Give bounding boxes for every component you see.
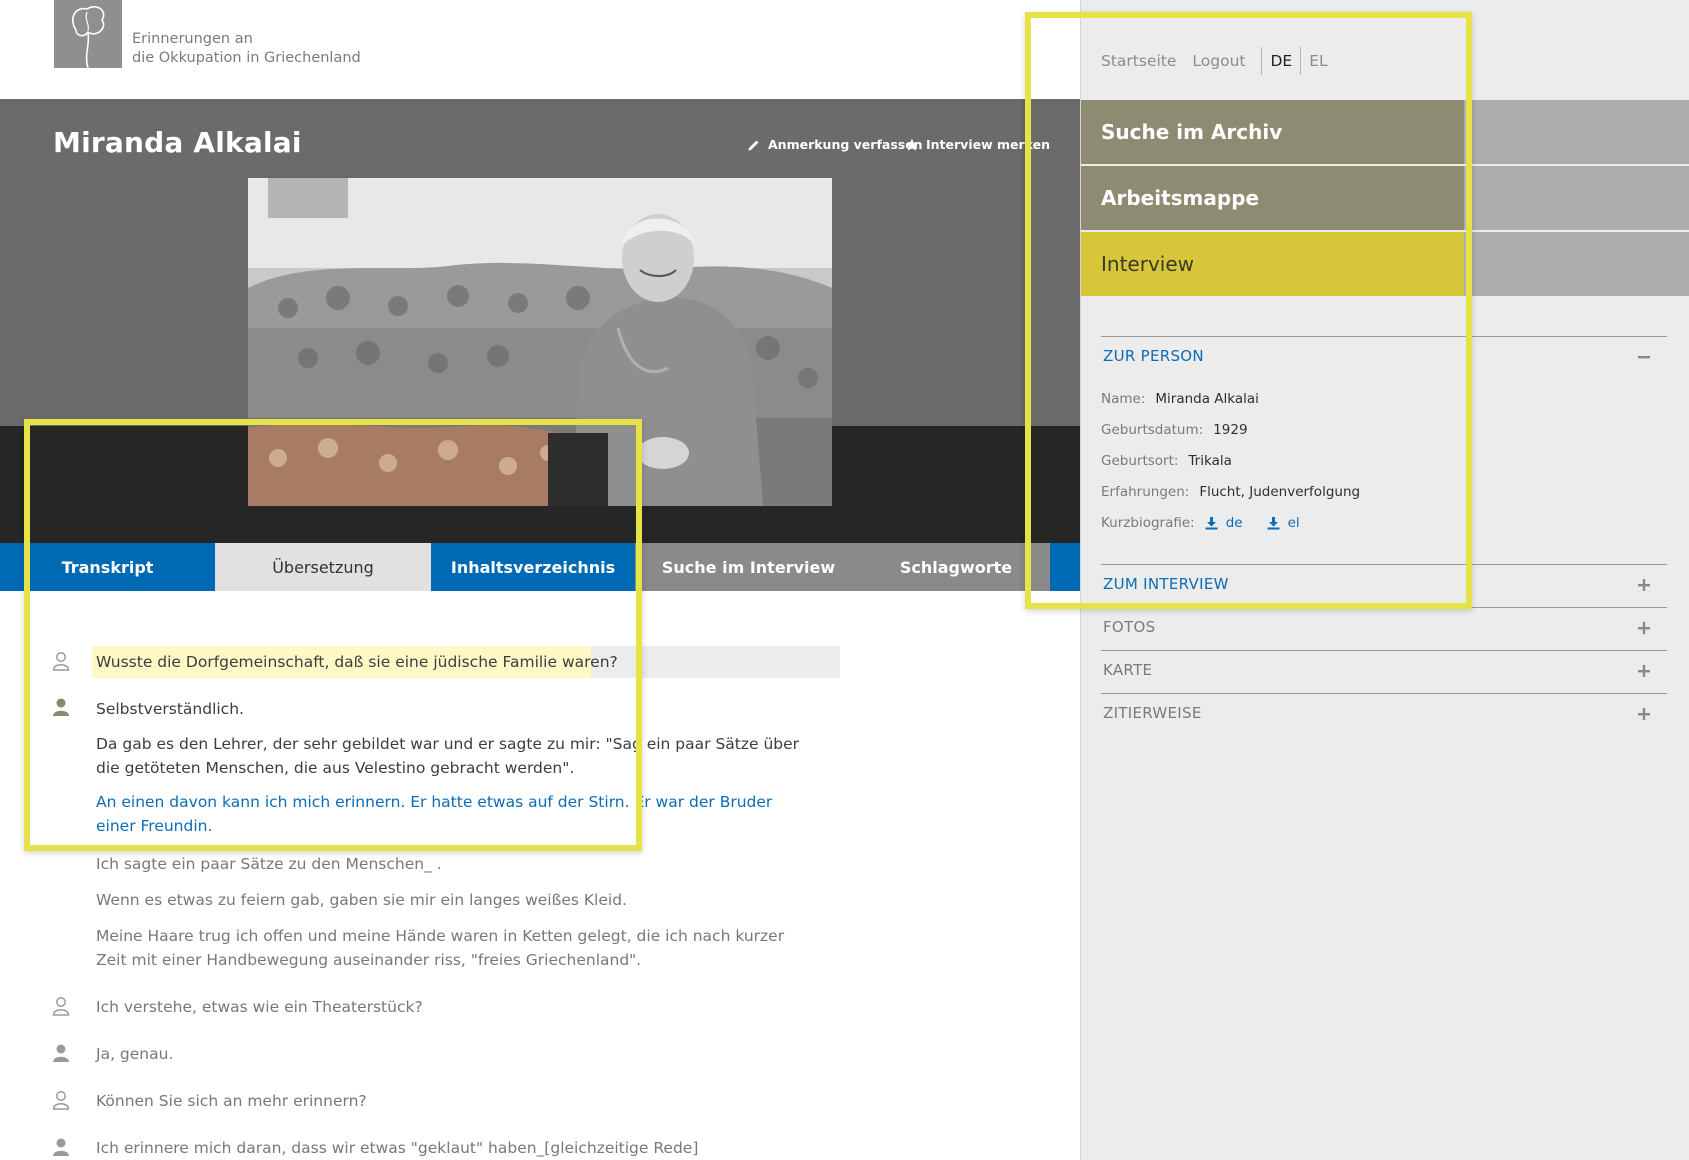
transcript-segment-current[interactable]: An einen davon kann ich mich erinnern. E… [96,790,816,838]
section-person-title[interactable]: ZUR PERSON [1103,347,1204,365]
biography-download-el[interactable]: el [1267,515,1300,531]
person-birthdate-row: Geburtsdatum: 1929 [1101,422,1248,438]
transcript-segment[interactable]: Ich erinnere mich daran, dass wir etwas … [96,1136,816,1160]
site-title: Erinnerungen an die Okkupation in Griech… [132,30,361,68]
tab-search-in-interview[interactable]: Suche im Interview [635,543,862,591]
bookmark-interview-label: Interview merken [926,137,1050,152]
transcript-segment[interactable]: Wenn es etwas zu feiern gab, gaben sie m… [96,888,816,912]
transcript-segment[interactable]: Ich verstehe, etwas wie ein Theaterstück… [96,995,816,1019]
section-divider [1101,564,1667,565]
language-el[interactable]: EL [1309,52,1327,70]
expand-plus-icon[interactable] [1636,663,1652,679]
person-biography-row: Kurzbiografie: de el [1101,515,1314,531]
interviewee-icon [52,1043,70,1063]
section-interview-title[interactable]: ZUM INTERVIEW [1103,575,1229,593]
bookmark-interview-button[interactable]: Interview merken [905,137,1050,152]
site-title-line2: die Okkupation in Griechenland [132,50,361,66]
person-name-value: Miranda Alkalai [1155,391,1259,407]
person-birthdate-value: 1929 [1213,422,1248,438]
person-birthplace-row: Geburtsort: Trikala [1101,453,1232,469]
tab-table-of-contents[interactable]: Inhaltsverzeichnis [431,543,635,591]
language-de[interactable]: DE [1270,52,1292,70]
expand-plus-icon[interactable] [1636,577,1652,593]
home-link[interactable]: Startseite [1101,52,1176,70]
write-annotation-label: Anmerkung verfassen [768,137,923,152]
section-citation-title[interactable]: ZITIERWEISE [1103,704,1202,722]
interviewer-icon [52,996,70,1016]
section-photos-title[interactable]: FOTOS [1103,618,1155,636]
transcript-segment[interactable]: Meine Haare trug ich offen und meine Hän… [96,924,816,972]
tab-keywords[interactable]: Schlagworte [862,543,1050,591]
transcript-segment[interactable]: Selbstverständlich. [96,697,816,721]
person-experiences-value: Flucht, Judenverfolgung [1199,484,1361,500]
tab-transcript[interactable]: Transkript [0,543,215,591]
transcript-segment[interactable]: Da gab es den Lehrer, der sehr gebildet … [96,732,816,780]
tab-translation[interactable]: Übersetzung [215,543,431,591]
interviewee-icon [52,697,70,717]
section-map-title[interactable]: KARTE [1103,661,1152,679]
expand-plus-icon[interactable] [1636,706,1652,722]
interviewee-icon [52,1137,70,1157]
person-experiences-row: Erfahrungen: Flucht, Judenverfolgung [1101,484,1360,500]
star-icon [905,138,919,152]
interviewer-icon [52,1090,70,1110]
section-divider [1101,650,1667,651]
expand-plus-icon[interactable] [1636,620,1652,636]
menu-item-interview[interactable]: Interview [1081,232,1464,296]
nav-divider [1261,47,1263,75]
biography-el-label: el [1287,515,1300,531]
write-annotation-button[interactable]: Anmerkung verfassen [747,137,923,152]
poppy-logo-icon [71,5,105,68]
transcript-segment[interactable]: Ja, genau. [96,1042,816,1066]
pencil-icon [747,138,761,152]
section-divider [1101,336,1667,337]
nav-divider [1300,47,1302,75]
transcript-segment[interactable]: Können Sie sich an mehr erinnern? [96,1089,816,1113]
interview-tabbar: Transkript Übersetzung Inhaltsverzeichni… [0,543,1080,591]
download-icon [1205,516,1218,530]
download-icon [1267,516,1280,530]
person-name-row: Name: Miranda Alkalai [1101,391,1259,407]
collapse-minus-icon[interactable] [1636,349,1652,365]
menu-item-archive-search[interactable]: Suche im Archiv [1081,100,1464,164]
section-divider [1101,607,1667,608]
tab-overflow[interactable] [1050,543,1080,591]
menu-item-workbook[interactable]: Arbeitsmappe [1081,166,1464,230]
interviewee-name: Miranda Alkalai [53,126,302,159]
person-birthplace-value: Trikala [1188,453,1232,469]
sidebar-top-nav: Startseite Logout DE EL [1101,47,1336,75]
section-divider [1101,693,1667,694]
person-birthplace-label: Geburtsort: [1101,453,1179,469]
person-name-label: Name: [1101,391,1146,407]
person-experiences-label: Erfahrungen: [1101,484,1190,500]
biography-download-de[interactable]: de [1205,515,1243,531]
logout-link[interactable]: Logout [1192,52,1245,70]
interviewer-icon [52,651,70,671]
site-title-line1: Erinnerungen an [132,31,253,47]
biography-de-label: de [1225,515,1243,531]
transcript-segment[interactable]: Wusste die Dorfgemeinschaft, daß sie ein… [96,650,816,674]
person-birthdate-label: Geburtsdatum: [1101,422,1204,438]
interviewee-photo [248,178,832,506]
transcript-segment[interactable]: Ich sagte ein paar Sätze zu den Menschen… [96,852,816,876]
person-biography-label: Kurzbiografie: [1101,515,1195,531]
site-logo[interactable] [54,0,122,68]
interview-video-still[interactable] [248,178,832,506]
